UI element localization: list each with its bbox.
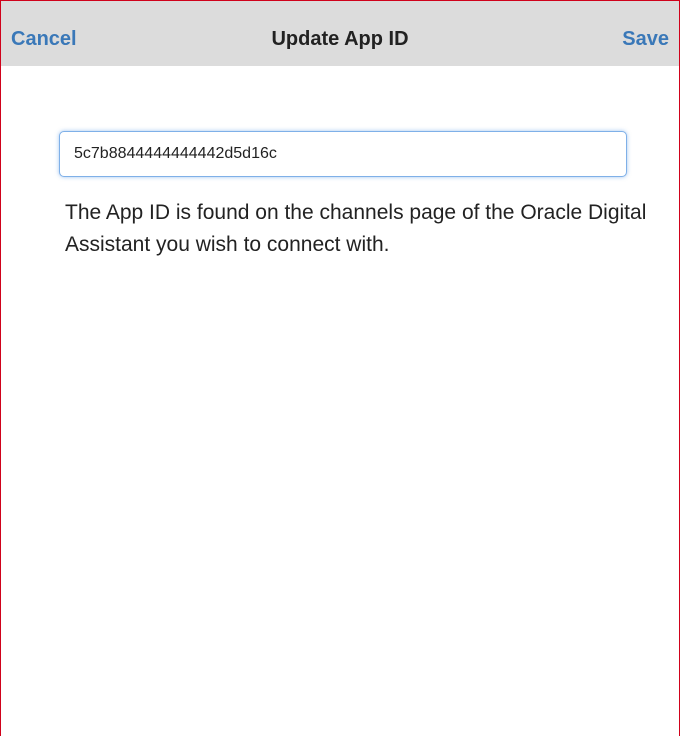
save-button[interactable]: Save [622,27,669,51]
page-title: Update App ID [271,28,409,50]
cancel-button[interactable]: Cancel [11,27,77,51]
app-frame: Update App ID Cancel Save The App ID is … [0,0,680,736]
navigation-bar: Update App ID Cancel Save [1,1,679,66]
app-id-input[interactable] [59,131,627,177]
app-id-help-text: The App ID is found on the channels page… [65,201,647,256]
